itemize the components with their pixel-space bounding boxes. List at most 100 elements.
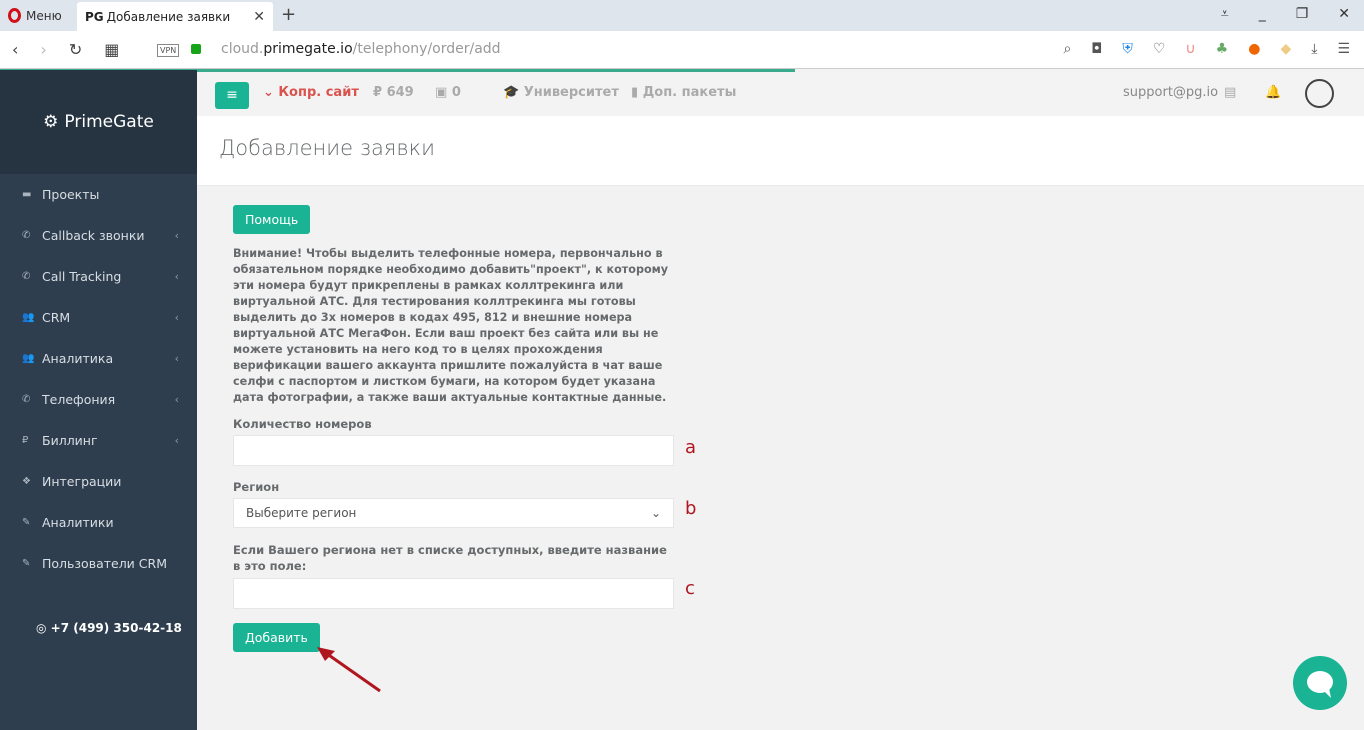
logo-text: PrimeGate	[64, 112, 154, 132]
search-icon[interactable]: ⌕	[1063, 41, 1071, 57]
tab-menu-icon[interactable]: ⩡	[1221, 6, 1229, 22]
sidebar: ⚙ PrimeGate ▬ Проекты ✆ Callback звонки ‹ ✆ Cal…	[0, 70, 197, 730]
sidebar-item[interactable]: 👥 Аналитика ‹	[0, 338, 197, 379]
page-title: Добавление заявки	[219, 136, 435, 160]
heart-icon[interactable]: ♡	[1153, 41, 1166, 57]
briefcase-icon: ▬	[22, 189, 32, 200]
sidebar-item[interactable]: ✎ Аналитики	[0, 502, 197, 543]
speed-dial-icon[interactable]: ▦	[104, 40, 119, 59]
menu-label: Меню	[26, 8, 62, 23]
new-tab-button[interactable]: +	[281, 4, 296, 25]
browser-tab[interactable]: PG Добавление заявки ✕	[77, 2, 273, 31]
sidebar-item-label: Callback звонки	[42, 228, 145, 243]
menu-toggle-button[interactable]: ≡	[215, 82, 249, 109]
project-selector[interactable]: ⌄ Копр. сайт	[263, 85, 359, 100]
sidebar-item[interactable]: ❖ Интеграции	[0, 461, 197, 502]
avatar[interactable]	[1305, 79, 1334, 108]
region-select[interactable]: Выберите регион ⌄	[233, 498, 674, 528]
users-icon: 👥	[22, 312, 35, 323]
url-path: /telephony/order/add	[352, 41, 501, 57]
support-phone: ◎ +7 (499) 350-42-18	[36, 621, 182, 635]
annotation-arrow-icon	[317, 647, 381, 693]
tab-title: Добавление заявки	[106, 9, 231, 24]
sidebar-item-label: Call Tracking	[42, 269, 122, 284]
custom-region-input[interactable]	[233, 578, 674, 609]
balance-value: 649	[386, 85, 414, 100]
chat-widget-button[interactable]	[1293, 656, 1347, 710]
url-field[interactable]: cloud.primegate.io/telephony/order/add	[221, 41, 501, 57]
bonus[interactable]: ▣ 0	[435, 85, 461, 100]
extension-icon[interactable]: ●	[1248, 41, 1260, 57]
project-name: Копр. сайт	[278, 85, 359, 100]
page-header: Добавление заявки	[197, 116, 1364, 186]
chevron-left-icon: ‹	[174, 229, 179, 242]
cube-icon[interactable]: ◆	[1280, 41, 1291, 57]
phone-number: +7 (499) 350-42-18	[50, 621, 182, 635]
university-label: Университет	[523, 85, 619, 100]
paperclip-icon: ✎	[22, 517, 31, 528]
chevron-left-icon: ‹	[174, 352, 179, 365]
download-icon[interactable]: ⤓	[1311, 41, 1317, 57]
users-icon: 👥	[22, 353, 35, 364]
sidebar-item[interactable]: ✆ Callback звонки ‹	[0, 215, 197, 256]
back-icon[interactable]: ‹	[12, 40, 18, 59]
order-form: Помощь Внимание! Чтобы выделить телефонн…	[233, 205, 696, 652]
logo: ⚙ PrimeGate	[0, 70, 197, 174]
address-bar: ‹ › ↻ ▦ VPN cloud.primegate.io/telephony/or…	[0, 31, 1364, 69]
camera-icon[interactable]: ◘	[1091, 41, 1102, 57]
bonus-value: 0	[451, 85, 461, 100]
phone-volume-icon: ✆	[22, 230, 31, 241]
cubes-icon: ❖	[22, 476, 31, 487]
settings-icon[interactable]: ☰	[1337, 41, 1350, 57]
magnet-icon[interactable]: ∪	[1185, 41, 1195, 57]
region-label: Регион	[233, 480, 280, 494]
phone-volume-icon: ✆	[22, 271, 31, 282]
vpn-badge[interactable]: VPN	[157, 44, 180, 57]
help-button[interactable]: Помощь	[233, 205, 311, 234]
sidebar-item[interactable]: ₽ Биллинг ‹	[0, 420, 197, 461]
opera-menu[interactable]: Меню	[8, 8, 62, 23]
university-link[interactable]: 🎓 Университет	[503, 85, 619, 100]
news-icon[interactable]: ▤	[1224, 85, 1236, 100]
annotation-c: c	[685, 578, 695, 599]
url-host: primegate.io	[263, 41, 353, 57]
lock-icon[interactable]	[191, 44, 201, 54]
sidebar-item-label: Аналитики	[42, 515, 114, 530]
forward-icon[interactable]: ›	[40, 40, 46, 59]
sidebar-item[interactable]: ✆ Call Tracking ‹	[0, 256, 197, 297]
qty-input[interactable]	[233, 435, 674, 466]
topbar: ≡ ⌄ Копр. сайт ₽ 649 ▣ 0 🎓 Университет ▮…	[197, 72, 1364, 116]
sidebar-item[interactable]: ✆ Телефония ‹	[0, 379, 197, 420]
custom-region-label: Если Вашего региона нет в списке доступн…	[233, 543, 667, 573]
chevron-left-icon: ‹	[174, 311, 179, 324]
close-tab-icon[interactable]: ✕	[253, 9, 265, 25]
sidebar-item[interactable]: 👥 CRM ‹	[0, 297, 197, 338]
qty-label: Количество номеров	[233, 417, 372, 431]
bell-icon[interactable]: 🔔	[1265, 85, 1281, 100]
url-sub: cloud.	[221, 41, 264, 57]
warning-text: Внимание! Чтобы выделить телефонные номе…	[233, 247, 669, 404]
adblock-icon[interactable]: ⛨	[1122, 41, 1133, 57]
packages-label: Доп. пакеты	[642, 85, 737, 100]
chevron-left-icon: ‹	[174, 434, 179, 447]
paperclip-icon: ✎	[22, 558, 31, 569]
balance[interactable]: ₽ 649	[373, 85, 414, 100]
opera-logo-icon	[8, 8, 21, 23]
submit-button[interactable]: Добавить	[233, 623, 320, 652]
tree-icon[interactable]: ♣	[1216, 41, 1229, 57]
email-link[interactable]: support@pg.io	[1123, 85, 1218, 100]
ruble-icon: ₽	[22, 435, 29, 446]
browser-tabbar: Меню PG Добавление заявки ✕ + ⩡ _ ❐ ✕	[0, 0, 1364, 31]
sidebar-item[interactable]: ✎ Пользователи CRM	[0, 543, 197, 584]
reload-icon[interactable]: ↻	[69, 40, 82, 59]
chevron-left-icon: ‹	[174, 270, 179, 283]
sidebar-item-label: Биллинг	[42, 433, 98, 448]
sidebar-item-label: Интеграции	[42, 474, 122, 489]
minimize-icon[interactable]: _	[1259, 6, 1266, 22]
sidebar-item[interactable]: ▬ Проекты	[0, 174, 197, 215]
chevron-down-icon: ⌄	[650, 506, 661, 520]
packages-link[interactable]: ▮ Доп. пакеты	[631, 85, 736, 100]
close-window-icon[interactable]: ✕	[1338, 6, 1350, 22]
sidebar-item-label: Пользователи CRM	[42, 556, 167, 571]
restore-icon[interactable]: ❐	[1296, 6, 1309, 22]
